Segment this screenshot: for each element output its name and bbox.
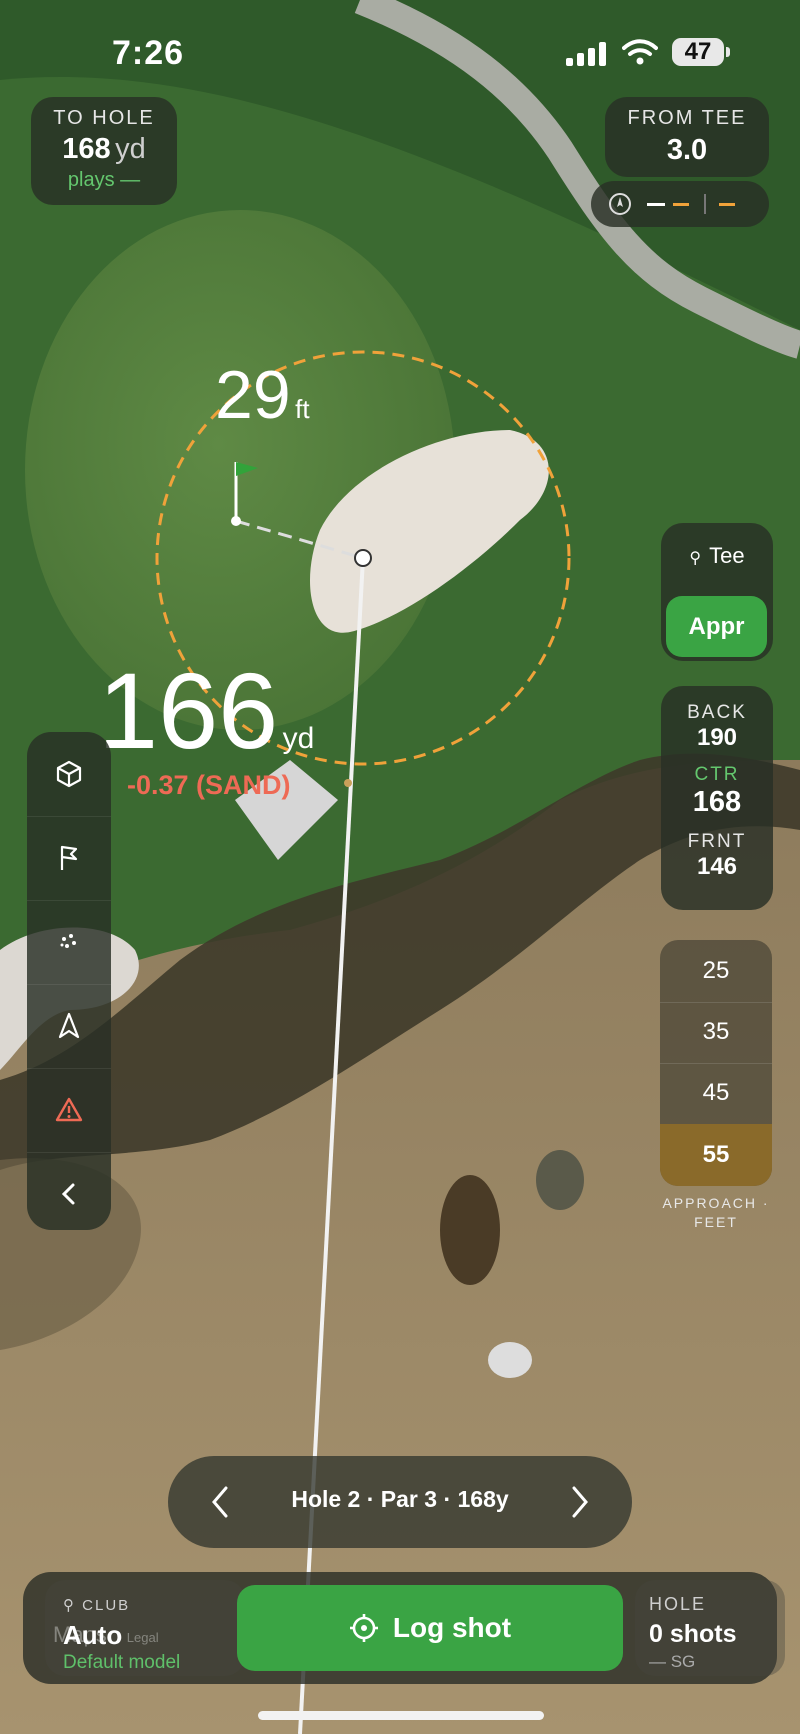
approach-option[interactable]: Appr (666, 596, 767, 657)
pin-icon: ⚲ (63, 1597, 83, 1614)
front-label: FRNT (687, 831, 747, 852)
hole-sg: — SG (649, 1652, 696, 1671)
navigate-button[interactable] (27, 984, 111, 1069)
hole-label: HOLE (649, 1594, 707, 1614)
approach-zones: 25 35 45 55 (660, 940, 772, 1186)
log-shot-label: Log shot (392, 1612, 512, 1643)
from-tee-panel: FROM TEE 3.0 (605, 97, 769, 177)
navigation-icon (58, 1012, 80, 1039)
mode-toggle: ⚲ Tee Appr (661, 523, 773, 661)
signal-icon (566, 42, 610, 66)
dispersion-icon (60, 934, 76, 948)
legend-orange-dash-2 (719, 203, 735, 206)
from-tee-label: FROM TEE (627, 107, 747, 129)
chevron-left-icon (61, 1183, 75, 1205)
cube-icon (56, 760, 82, 788)
hole-navigator: Hole 2 · Par 3 · 168y (168, 1456, 632, 1548)
next-hole-button[interactable] (568, 1484, 592, 1520)
shot-distance: 166 yd (98, 650, 315, 771)
tee-option[interactable]: ⚲ Tee (661, 543, 773, 569)
hazard-icon (55, 1097, 83, 1122)
bottom-bar: ⚲ CLUB Auto Default model Maps Legal Log … (23, 1572, 785, 1684)
legend-white-dash (647, 203, 665, 206)
zone-25[interactable]: 25 (660, 940, 772, 1003)
back-label: BACK (687, 702, 747, 723)
battery-tip (726, 47, 730, 57)
zone-35[interactable]: 35 (660, 1001, 772, 1064)
home-indicator (258, 1711, 544, 1720)
to-hole-label: TO HOLE (53, 107, 155, 129)
zone-55-selected[interactable]: 55 (660, 1124, 772, 1186)
shot-delta: -0.37 (SAND) (127, 770, 291, 800)
to-hole-panel: TO HOLE 168 yd plays — (31, 97, 177, 205)
battery-indicator: 47 (672, 38, 724, 66)
center-value: 168 (692, 786, 742, 818)
center-label: CTR (694, 764, 740, 785)
tool-rail (27, 732, 111, 1230)
flag-icon (60, 845, 78, 870)
compass-legend[interactable] (591, 181, 769, 227)
legend-separator (704, 194, 706, 214)
3d-view-button[interactable] (27, 732, 111, 817)
green-distances-panel: BACK 190 CTR 168 FRNT 146 (661, 686, 773, 910)
from-tee-value: 3.0 (666, 134, 708, 166)
dispersion-button[interactable] (27, 900, 111, 985)
legend-orange-dash (673, 203, 689, 206)
collapse-button[interactable] (27, 1152, 111, 1230)
maps-credit: Maps Legal (53, 1622, 159, 1647)
compass-icon[interactable] (608, 192, 632, 216)
approach-caption: APPROACH · FEET (662, 1195, 770, 1230)
hole-stats[interactable]: HOLE 0 shots — SG (635, 1580, 785, 1676)
pin-button[interactable] (27, 816, 111, 901)
hazard-button[interactable] (27, 1068, 111, 1153)
back-value: 190 (696, 724, 738, 751)
to-hole-distance: 168 yd (62, 133, 146, 165)
hole-shots: 0 shots (649, 1620, 737, 1648)
target-marker (354, 549, 372, 567)
status-time: 7:26 (112, 34, 185, 72)
wifi-icon (622, 39, 658, 65)
club-label: ⚲ CLUB (63, 1597, 131, 1614)
status-bar: 7:26 47 (0, 0, 800, 100)
crosshair-icon (349, 1614, 378, 1642)
zone-45[interactable]: 45 (660, 1062, 772, 1124)
log-shot-button[interactable]: Log shot (237, 1585, 623, 1671)
plays-like: plays — (67, 169, 141, 191)
front-value: 146 (696, 853, 738, 880)
hole-summary: Hole 2 · Par 3 · 168y (291, 1486, 509, 1512)
pin-icon: ⚲ (689, 550, 702, 567)
club-model: Default model (63, 1652, 181, 1673)
pin-distance: 29 ft (215, 357, 310, 433)
